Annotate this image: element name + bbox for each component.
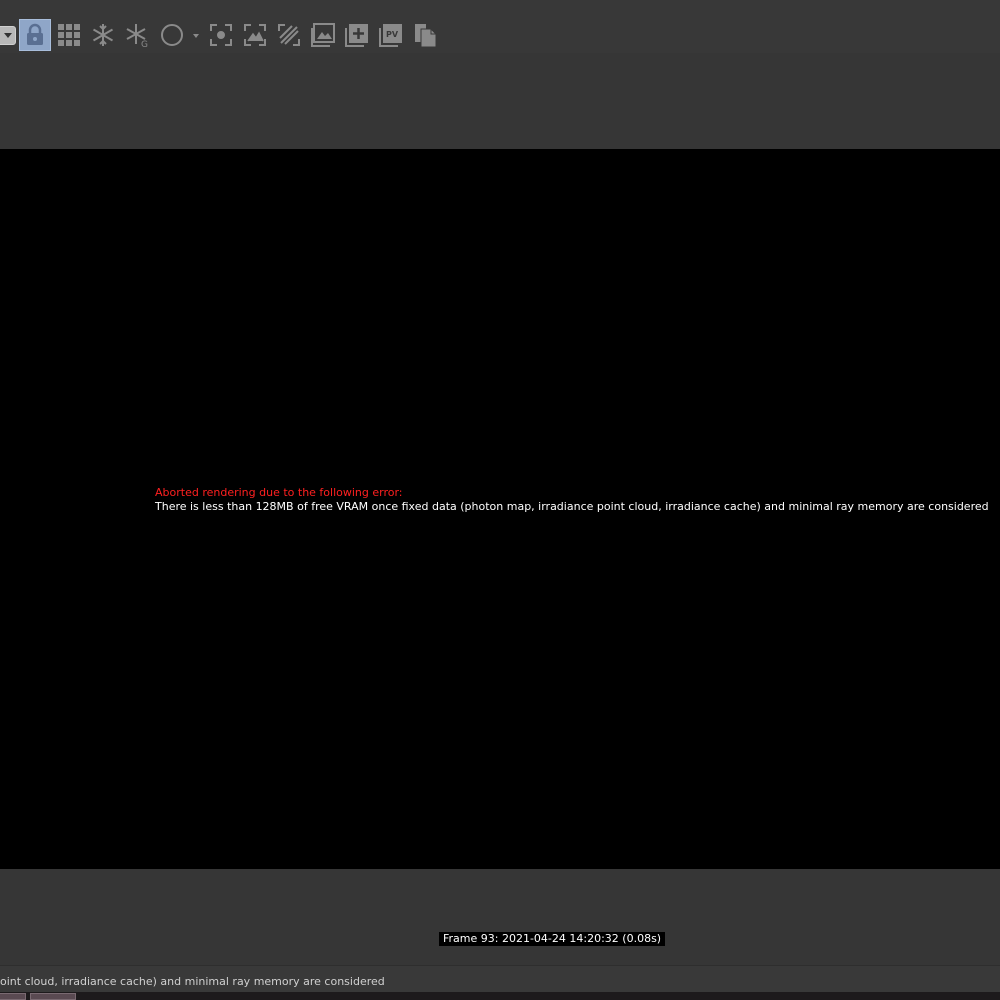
taskbar [0, 992, 1000, 1000]
svg-text:G: G [141, 40, 148, 48]
taskbar-item[interactable] [30, 993, 76, 1000]
focus-picker-icon [210, 24, 232, 46]
dropdown-button[interactable] [0, 26, 16, 45]
pv-icon: PV [379, 24, 402, 47]
freeze-geometry-button[interactable]: G [121, 19, 153, 51]
status-bar: oint cloud, irradiance cache) and minima… [0, 965, 1000, 992]
top-panel [0, 53, 1000, 149]
freeze-button[interactable] [87, 19, 119, 51]
region-render-icon [244, 24, 266, 46]
circle-button[interactable] [156, 19, 188, 51]
bottom-panel: Frame 93: 2021-04-24 14:20:32 (0.08s) [0, 869, 1000, 965]
grid-icon [58, 24, 80, 46]
lock-button[interactable] [19, 19, 51, 51]
circle-icon [161, 24, 183, 46]
region-render-button[interactable] [239, 19, 271, 51]
pv-label: PV [386, 30, 399, 39]
toolbar: G PV [0, 0, 1000, 53]
render-viewport[interactable]: Aborted rendering due to the following e… [0, 149, 1000, 869]
lock-icon [27, 23, 43, 45]
add-image-icon [345, 24, 368, 47]
status-text: oint cloud, irradiance cache) and minima… [0, 975, 385, 988]
focus-picker-button[interactable] [205, 19, 237, 51]
pv-button[interactable]: PV [375, 19, 407, 51]
snowflake-icon [92, 24, 114, 46]
copy-button[interactable] [409, 19, 441, 51]
background-image-button[interactable] [307, 19, 339, 51]
frame-info: Frame 93: 2021-04-24 14:20:32 (0.08s) [439, 932, 666, 946]
grid-button[interactable] [53, 19, 85, 51]
chevron-down-icon [4, 33, 12, 38]
background-image-icon [311, 23, 335, 47]
film-region-icon [278, 24, 300, 46]
error-title: Aborted rendering due to the following e… [155, 486, 403, 499]
add-image-button[interactable] [341, 19, 373, 51]
copy-icon [415, 24, 437, 48]
film-region-button[interactable] [273, 19, 305, 51]
error-message: There is less than 128MB of free VRAM on… [155, 500, 989, 513]
circle-dropdown-arrow-icon[interactable] [193, 34, 199, 38]
snowflake-g-icon: G [126, 24, 148, 48]
taskbar-item[interactable] [0, 993, 26, 1000]
